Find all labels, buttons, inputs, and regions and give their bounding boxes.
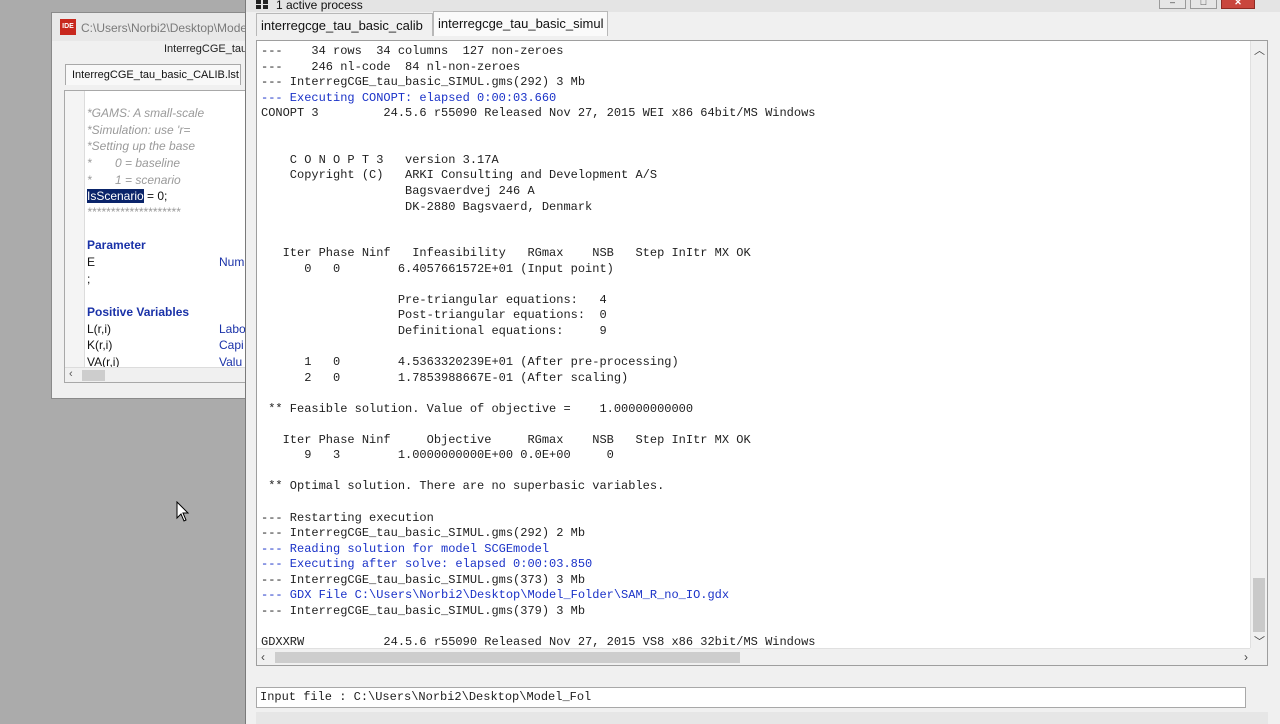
mouse-cursor-icon [176,501,190,522]
code-identifier: L(r,i) [87,322,111,336]
code-identifier: K(r,i) [87,338,113,352]
log-line: 2 0 1.7853988667E-01 (After scaling) [261,370,629,385]
status-strip [256,712,1268,724]
code-line-scenario: IsScenario = 0; [87,189,167,205]
log-line: 9 3 1.0000000000E+00 0.0E+00 0 [261,448,614,463]
input-file-line: Input file : C:\Users\Norbi2\Desktop\Mod… [256,687,1246,708]
code-line: * 1 = scenario [87,173,181,187]
log-line: --- InterregCGE_tau_basic_SIMUL.gms(379)… [261,603,586,618]
minimize-button[interactable]: – [1159,0,1186,9]
code-line: Parameter [87,238,146,252]
code-line: *Setting up the base [87,139,196,153]
selected-identifier: IsScenario [87,189,144,203]
log-line: 0 0 6.4057661572E+01 (Input point) [261,261,614,276]
log-line: --- 246 nl-code 84 nl-non-zeroes [261,59,521,74]
process-titlebar[interactable]: 1 active process – □ ✕ [246,0,1280,12]
tab-interregcge-tau-basic-simul[interactable]: interregcge_tau_basic_simul [433,11,608,36]
ide-logo-icon: IDE [60,19,76,35]
process-window-title: 1 active process [276,0,363,12]
tab-interregcge-tau-basic-calib[interactable]: interregcge_tau_basic_calib [256,13,433,36]
close-button[interactable]: ✕ [1221,0,1255,9]
ide-titlebar[interactable]: IDE C:\Users\Norbi2\Desktop\Mode [52,13,250,41]
vertical-scrollbar[interactable]: ︿ ﹀ [1250,41,1267,650]
code-line: *Simulation: use 'r= [87,123,191,137]
scroll-right-arrow-icon[interactable]: › [1244,650,1248,664]
log-line: --- InterregCGE_tau_basic_SIMUL.gms(292)… [261,526,586,541]
scroll-down-arrow-icon[interactable]: ﹀ [1254,633,1265,649]
ide-file-tab[interactable]: InterregCGE_tau_basic_CALIB.lst [65,64,241,85]
ide-code-editor[interactable]: *GAMS: A small-scale *Simulation: use 'r… [64,90,250,383]
window-menu-icon[interactable] [256,0,269,9]
ide-scroll-thumb[interactable] [82,370,105,381]
log-line: --- InterregCGE_tau_basic_SIMUL.gms(373)… [261,572,586,587]
code-text: = 0; [143,189,168,203]
process-window[interactable]: 1 active process – □ ✕ interregcge_tau_b… [245,0,1280,724]
ide-file-label: InterregCGE_tau_ [164,43,251,55]
scroll-corner [1250,648,1267,665]
log-line: ** Optimal solution. There are no superb… [261,479,665,494]
log-line: --- Executing after solve: elapsed 0:00:… [261,557,593,572]
log-line: Post-triangular equations: 0 [261,308,607,323]
horizontal-scroll-thumb[interactable] [275,652,740,663]
code-description: Capi [219,338,244,352]
log-line: DK-2880 Bagsvaerd, Denmark [261,199,593,214]
code-line-param: E [87,255,95,271]
log-line: CONOPT 3 24.5.6 r55090 Released Nov 27, … [261,106,816,121]
log-line: ** Feasible solution. Value of objective… [261,401,694,416]
log-line: --- 34 rows 34 columns 127 non-zeroes [261,44,564,58]
horizontal-scrollbar[interactable]: ‹ › [257,648,1252,665]
log-line: --- Executing CONOPT: elapsed 0:00:03.66… [261,90,557,105]
log-line: Bagsvaerdvej 246 A [261,183,535,198]
code-identifier: E [87,255,96,269]
log-line: Pre-triangular equations: 4 [261,292,607,307]
ide-window-title: C:\Users\Norbi2\Desktop\Mode [81,21,248,35]
log-line: --- InterregCGE_tau_basic_SIMUL.gms(292)… [261,75,586,90]
scroll-left-arrow-icon[interactable]: ‹ [261,650,265,664]
log-line: --- Restarting execution [261,510,434,525]
log-line: C O N O P T 3 version 3.17A [261,152,499,167]
code-line: * 0 = baseline [87,156,181,170]
log-line: Copyright (C) ARKI Consulting and Develo… [261,168,658,183]
scroll-left-arrow-icon[interactable]: ‹ [69,368,73,380]
ide-gutter [65,91,85,369]
log-line: Iter Phase Ninf Objective RGmax NSB Step… [261,432,751,447]
code-line: ******************** [87,205,181,219]
process-log-output[interactable]: --- 34 rows 34 columns 127 non-zeroes ---… [256,40,1268,666]
maximize-button[interactable]: □ [1190,0,1217,9]
code-line: ; [87,272,91,286]
log-line: Definitional equations: 9 [261,323,607,338]
log-line: 1 0 4.5363320239E+01 (After pre-processi… [261,355,679,369]
code-description: Labo [219,322,246,336]
log-line: --- Reading solution for model SCGEmodel [261,541,550,556]
ide-window[interactable]: IDE C:\Users\Norbi2\Desktop\Mode Interre… [51,12,251,399]
log-line: --- GDX File C:\Users\Norbi2\Desktop\Mod… [261,588,730,603]
log-line: Iter Phase Ninf Infeasibility RGmax NSB … [261,246,751,261]
scroll-up-arrow-icon[interactable]: ︿ [1254,42,1265,58]
vertical-scroll-thumb[interactable] [1253,578,1265,632]
ide-horizontal-scrollbar[interactable]: ‹ [65,367,250,382]
code-line: Positive Variables [87,305,190,319]
code-line: *GAMS: A small-scale [87,106,205,120]
